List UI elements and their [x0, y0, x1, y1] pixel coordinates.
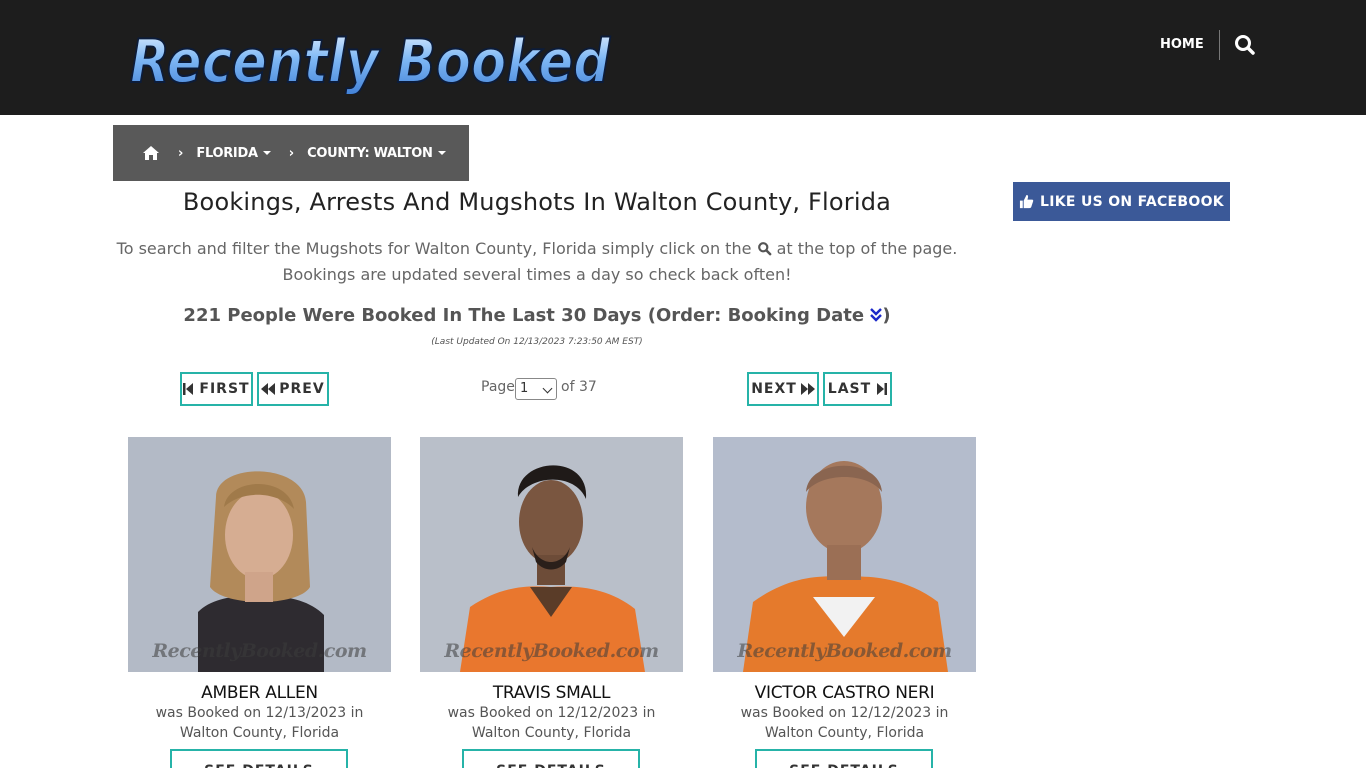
booking-date: was Booked on 12/12/2023 in	[740, 705, 949, 721]
step-forward-icon	[877, 383, 888, 395]
booking-card: RecentlyBooked.com VICTOR CASTRO NERI wa…	[713, 437, 976, 768]
booking-count-close: )	[882, 305, 891, 326]
breadcrumb-county-dropdown[interactable]: COUNTY: WALTON	[307, 145, 446, 161]
search-icon	[757, 241, 772, 256]
chevron-down-icon	[542, 383, 553, 394]
site-header: Recently Booked HOME	[0, 0, 1366, 115]
see-details-button[interactable]: SEE DETAILS	[170, 749, 348, 768]
person-name[interactable]: VICTOR CASTRO NERI	[713, 683, 976, 703]
caret-down-icon	[262, 151, 271, 155]
watermark: RecentlyBooked.com	[444, 640, 659, 662]
next-page-label: NEXT	[751, 381, 797, 397]
search-instructions-text: To search and filter the Mugshots for Wa…	[116, 239, 752, 258]
person-name[interactable]: AMBER ALLEN	[128, 683, 391, 703]
breadcrumb-state-label: FLORIDA	[196, 145, 258, 161]
first-page-button[interactable]: FIRST	[180, 372, 253, 406]
prev-page-button[interactable]: PREV	[257, 372, 329, 406]
page-title: Bookings, Arrests And Mugshots In Walton…	[182, 188, 892, 216]
booking-date: was Booked on 12/12/2023 in	[447, 705, 656, 721]
page-select-value: 1	[520, 381, 529, 396]
booking-date: was Booked on 12/13/2023 in	[155, 705, 364, 721]
facebook-like-label: LIKE US ON FACEBOOK	[1040, 193, 1224, 210]
next-page-button[interactable]: NEXT	[747, 372, 819, 406]
nav-divider	[1219, 30, 1220, 60]
caret-down-icon	[437, 151, 446, 155]
update-note: Bookings are updated several times a day…	[282, 265, 792, 284]
thumbs-up-icon	[1019, 194, 1034, 209]
booking-card: RecentlyBooked.com AMBER ALLEN was Booke…	[128, 437, 391, 768]
nav-home-link[interactable]: HOME	[1160, 34, 1204, 56]
see-details-button[interactable]: SEE DETAILS	[755, 749, 933, 768]
booking-location: Walton County, Florida	[471, 725, 632, 741]
watermark: RecentlyBooked.com	[737, 640, 952, 662]
booking-count-text: 221 People Were Booked In The Last 30 Da…	[183, 305, 865, 326]
see-details-button[interactable]: SEE DETAILS	[462, 749, 640, 768]
prev-page-label: PREV	[279, 381, 325, 397]
first-page-label: FIRST	[199, 381, 250, 397]
facebook-like-button[interactable]: LIKE US ON FACEBOOK	[1013, 182, 1230, 221]
page-label: Page	[481, 379, 515, 395]
breadcrumb: › FLORIDA › COUNTY: WALTON	[113, 125, 469, 181]
booking-count: 221 People Were Booked In The Last 30 Da…	[113, 305, 961, 326]
booking-location: Walton County, Florida	[179, 725, 340, 741]
chevron-right-icon: ›	[288, 145, 295, 161]
person-name[interactable]: TRAVIS SMALL	[420, 683, 683, 703]
home-icon[interactable]	[142, 145, 160, 161]
last-updated: (Last Updated On 12/13/2023 7:23:50 AM E…	[431, 337, 643, 347]
page-total-label: of 37	[561, 379, 597, 395]
last-page-button[interactable]: LAST	[823, 372, 892, 406]
search-instructions: To search and filter the Mugshots for Wa…	[113, 239, 961, 258]
mugshot-photo[interactable]: RecentlyBooked.com	[420, 437, 683, 672]
watermark: RecentlyBooked.com	[152, 640, 367, 662]
logo-text: Recently Booked	[130, 27, 611, 94]
search-instructions-text-end: at the top of the page.	[776, 239, 958, 258]
breadcrumb-state-dropdown[interactable]: FLORIDA	[196, 145, 271, 161]
mugshot-photo[interactable]: RecentlyBooked.com	[128, 437, 391, 672]
double-chevron-down-icon[interactable]	[870, 306, 883, 322]
last-page-label: LAST	[827, 381, 872, 397]
search-icon[interactable]	[1233, 33, 1257, 57]
step-backward-icon	[183, 383, 194, 395]
breadcrumb-county-label: COUNTY: WALTON	[307, 145, 433, 161]
site-logo[interactable]: Recently Booked	[126, 18, 616, 94]
page-select[interactable]: 1	[515, 378, 557, 400]
booking-card: RecentlyBooked.com TRAVIS SMALL was Book…	[420, 437, 683, 768]
booking-location: Walton County, Florida	[764, 725, 925, 741]
forward-icon	[800, 383, 815, 395]
backward-icon	[261, 383, 276, 395]
chevron-right-icon: ›	[178, 145, 184, 161]
mugshot-photo[interactable]: RecentlyBooked.com	[713, 437, 976, 672]
